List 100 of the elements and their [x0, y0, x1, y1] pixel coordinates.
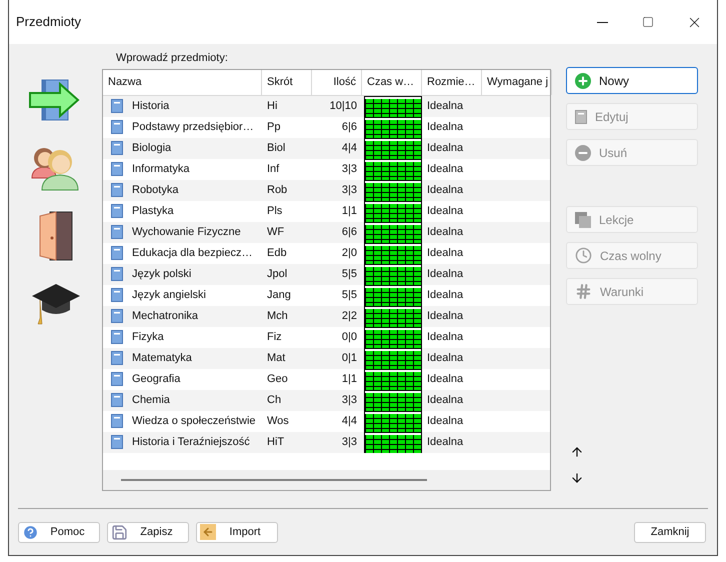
table-cell-text: 1|1 — [340, 204, 358, 219]
document-icon — [111, 99, 123, 113]
column-header[interactable]: Nazwa — [103, 70, 262, 94]
help-icon — [22, 524, 39, 540]
table-cell-text: 5|5 — [340, 266, 358, 282]
table-cell-text: Wychowanie Fizyczne — [132, 224, 241, 240]
document-icon — [111, 372, 123, 386]
column-header[interactable]: Wymagane j — [482, 70, 552, 94]
table-cell-text: 5|5 — [340, 288, 358, 303]
document-icon — [111, 246, 123, 260]
table-cell-text: Plastyka — [132, 204, 174, 219]
table-cell-text: Hi — [266, 98, 278, 114]
table-cell-text: Edb — [266, 246, 288, 261]
table-cell-text: HiT — [266, 434, 286, 450]
table-cell-text: 3|3 — [340, 392, 358, 408]
table-cell-text: Idealna — [426, 266, 464, 282]
document-icon — [111, 393, 123, 407]
table-cell-text: Idealna — [426, 372, 464, 387]
table-cell-text: Idealna — [426, 162, 464, 177]
table-cell-text: 3|3 — [340, 162, 358, 177]
table-cell-text: Robotyka — [132, 182, 178, 198]
table-cell-text: 2|0 — [340, 246, 358, 261]
clock-icon — [575, 247, 592, 264]
table-cell-text: Historia i Teraźniejszość — [132, 434, 250, 450]
document-icon — [111, 351, 123, 365]
document-icon — [111, 288, 123, 302]
footer-button[interactable]: Zapisz — [107, 522, 189, 542]
table-cell-text: WF — [266, 224, 286, 240]
hash-icon — [575, 283, 592, 300]
table-cell-text: Rob — [266, 182, 288, 198]
table-cell-text: Wos — [266, 414, 290, 429]
table-cell-text: Idealna — [426, 330, 464, 345]
table-cell-text: Mch — [266, 308, 289, 324]
table-cell-text: Informatyka — [132, 162, 190, 177]
document-icon — [111, 414, 123, 428]
table-cell-text: 4|4 — [340, 414, 358, 429]
table-cell-text: Jpol — [266, 266, 288, 282]
document-icon — [111, 267, 123, 281]
table-cell-text: Chemia — [132, 392, 170, 408]
table-cell-text: 3|3 — [340, 434, 358, 450]
window-title: Przedmioty — [16, 13, 82, 32]
table-cell-text: 4|4 — [340, 140, 358, 156]
table-cell-text: Idealna — [426, 308, 464, 324]
move-down-icon[interactable] — [570, 471, 584, 485]
side-button[interactable]: Nowy — [566, 67, 698, 94]
table-cell-text: Fiz — [266, 330, 283, 345]
document-icon — [111, 162, 123, 176]
table-cell-text: Jang — [266, 288, 292, 303]
close-dialog-button[interactable]: Zamknij — [634, 522, 706, 542]
plus-icon — [575, 72, 591, 88]
table-cell-text: Język polski — [132, 266, 192, 282]
footer-button[interactable]: Pomoc — [18, 522, 100, 542]
table-cell-text: 1|1 — [340, 372, 358, 387]
table-cell-text: Mat — [266, 350, 286, 366]
document-icon — [111, 183, 123, 197]
column-header[interactable]: Ilość — [312, 70, 362, 94]
table-cell-text: Idealna — [426, 434, 464, 450]
table-cell-text: 0|1 — [340, 350, 358, 366]
document-icon — [111, 120, 123, 134]
table-cell-text: Idealna — [426, 204, 464, 219]
table-cell-text: Idealna — [426, 120, 464, 135]
footer-button[interactable]: Import — [196, 522, 278, 542]
table-cell-text: Biol — [266, 140, 286, 156]
column-header[interactable]: Skrót — [262, 70, 312, 94]
table-cell-text: Fizyka — [132, 330, 164, 345]
table-cell-text: 6|6 — [340, 224, 358, 240]
horizontal-scrollbar[interactable] — [121, 478, 427, 480]
table-cell-text: Edukacja dla bezpiecz… — [132, 246, 252, 261]
table-cell-text: Geografia — [132, 372, 180, 387]
document-icon — [111, 141, 123, 155]
table-cell-text: Inf — [266, 162, 280, 177]
table-cell-text: Idealna — [426, 392, 464, 408]
table-cell-text: Ch — [266, 392, 282, 408]
table-cell-text: Idealna — [426, 182, 464, 198]
table-cell-text: Idealna — [426, 98, 464, 114]
document-icon — [111, 435, 123, 449]
maximize-icon — [642, 16, 654, 28]
table-cell-text: Podstawy przedsiębior… — [132, 120, 254, 135]
table-cell-text: 6|6 — [340, 120, 358, 135]
table-cell-text: 0|0 — [340, 330, 358, 345]
table-cell-text: Pls — [266, 204, 284, 219]
table-cell-text: Biologia — [132, 140, 172, 156]
document-icon — [111, 225, 123, 239]
table-cell-text: 3|3 — [340, 182, 358, 198]
table-cell-text: Idealna — [426, 140, 464, 156]
table-cell-text: Idealna — [426, 246, 464, 261]
table-cell-text: Mechatronika — [132, 308, 198, 324]
table-cell-text: Idealna — [426, 350, 464, 366]
table-cell-text: Geo — [266, 372, 289, 387]
document-icon — [111, 309, 123, 323]
table-cell-text: Matematyka — [132, 350, 192, 366]
move-up-icon[interactable] — [570, 445, 584, 459]
column-header[interactable]: Rozmie… — [422, 70, 482, 94]
table-cell-text: Pp — [266, 120, 282, 135]
minus-icon — [575, 144, 591, 160]
pages-icon — [575, 212, 591, 228]
table-cell-text: Idealna — [426, 414, 464, 429]
column-header[interactable]: Czas w… — [362, 70, 422, 94]
table-label: Wprowadź przedmioty: — [116, 51, 229, 66]
table-cell-text: 10|10 — [328, 98, 358, 114]
